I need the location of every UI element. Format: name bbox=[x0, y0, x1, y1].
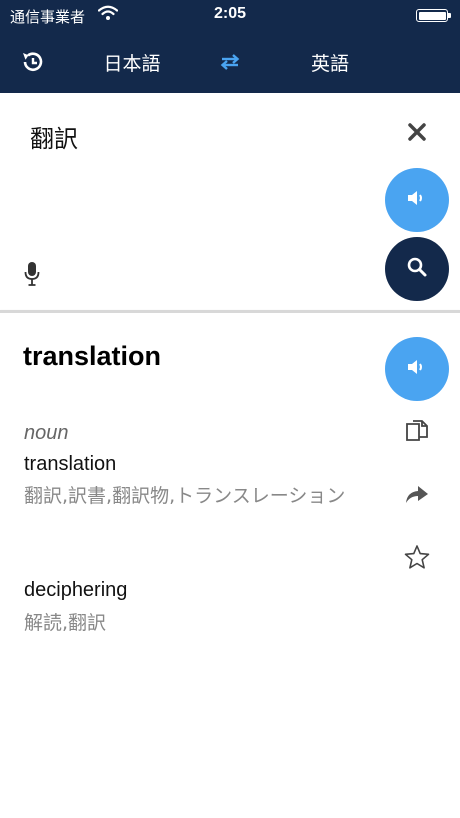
clock: 2:05 bbox=[213, 5, 247, 22]
source-language-button[interactable]: 日本語 bbox=[80, 49, 184, 76]
speak-result-button[interactable] bbox=[385, 337, 449, 401]
status-bar: 通信事業者 2:05 bbox=[0, 0, 460, 32]
header: 通信事業者 2:05 日本語 英語 bbox=[0, 0, 460, 93]
star-icon[interactable] bbox=[402, 542, 432, 572]
sense-word: translation bbox=[24, 453, 117, 475]
speaker-icon bbox=[406, 188, 428, 212]
close-icon[interactable] bbox=[405, 120, 429, 144]
speak-input-button[interactable] bbox=[385, 168, 449, 232]
battery-icon bbox=[416, 9, 448, 22]
input-panel: 翻訳 bbox=[0, 93, 460, 311]
speaker-icon bbox=[406, 357, 428, 381]
history-icon[interactable] bbox=[20, 50, 44, 74]
battery-tip bbox=[448, 13, 451, 18]
target-language-button[interactable]: 英語 bbox=[278, 49, 382, 76]
swap-icon[interactable] bbox=[218, 50, 242, 74]
result-panel: translation noun translation 翻訳,訳書,翻訳物,ト… bbox=[0, 313, 460, 818]
input-text-field[interactable]: 翻訳 bbox=[30, 119, 78, 154]
search-button[interactable] bbox=[385, 237, 449, 301]
share-icon[interactable] bbox=[402, 479, 432, 509]
microphone-icon[interactable] bbox=[24, 261, 40, 291]
search-icon bbox=[406, 256, 428, 282]
sense-synonyms: 解読,翻訳 bbox=[24, 612, 107, 634]
headword: translation bbox=[23, 341, 162, 371]
language-bar: 日本語 英語 bbox=[0, 32, 460, 93]
sense-synonyms: 翻訳,訳書,翻訳物,トランスレーション bbox=[24, 485, 346, 507]
part-of-speech: noun bbox=[24, 422, 69, 444]
copy-icon[interactable] bbox=[402, 416, 432, 446]
sense-word: deciphering bbox=[24, 579, 128, 601]
